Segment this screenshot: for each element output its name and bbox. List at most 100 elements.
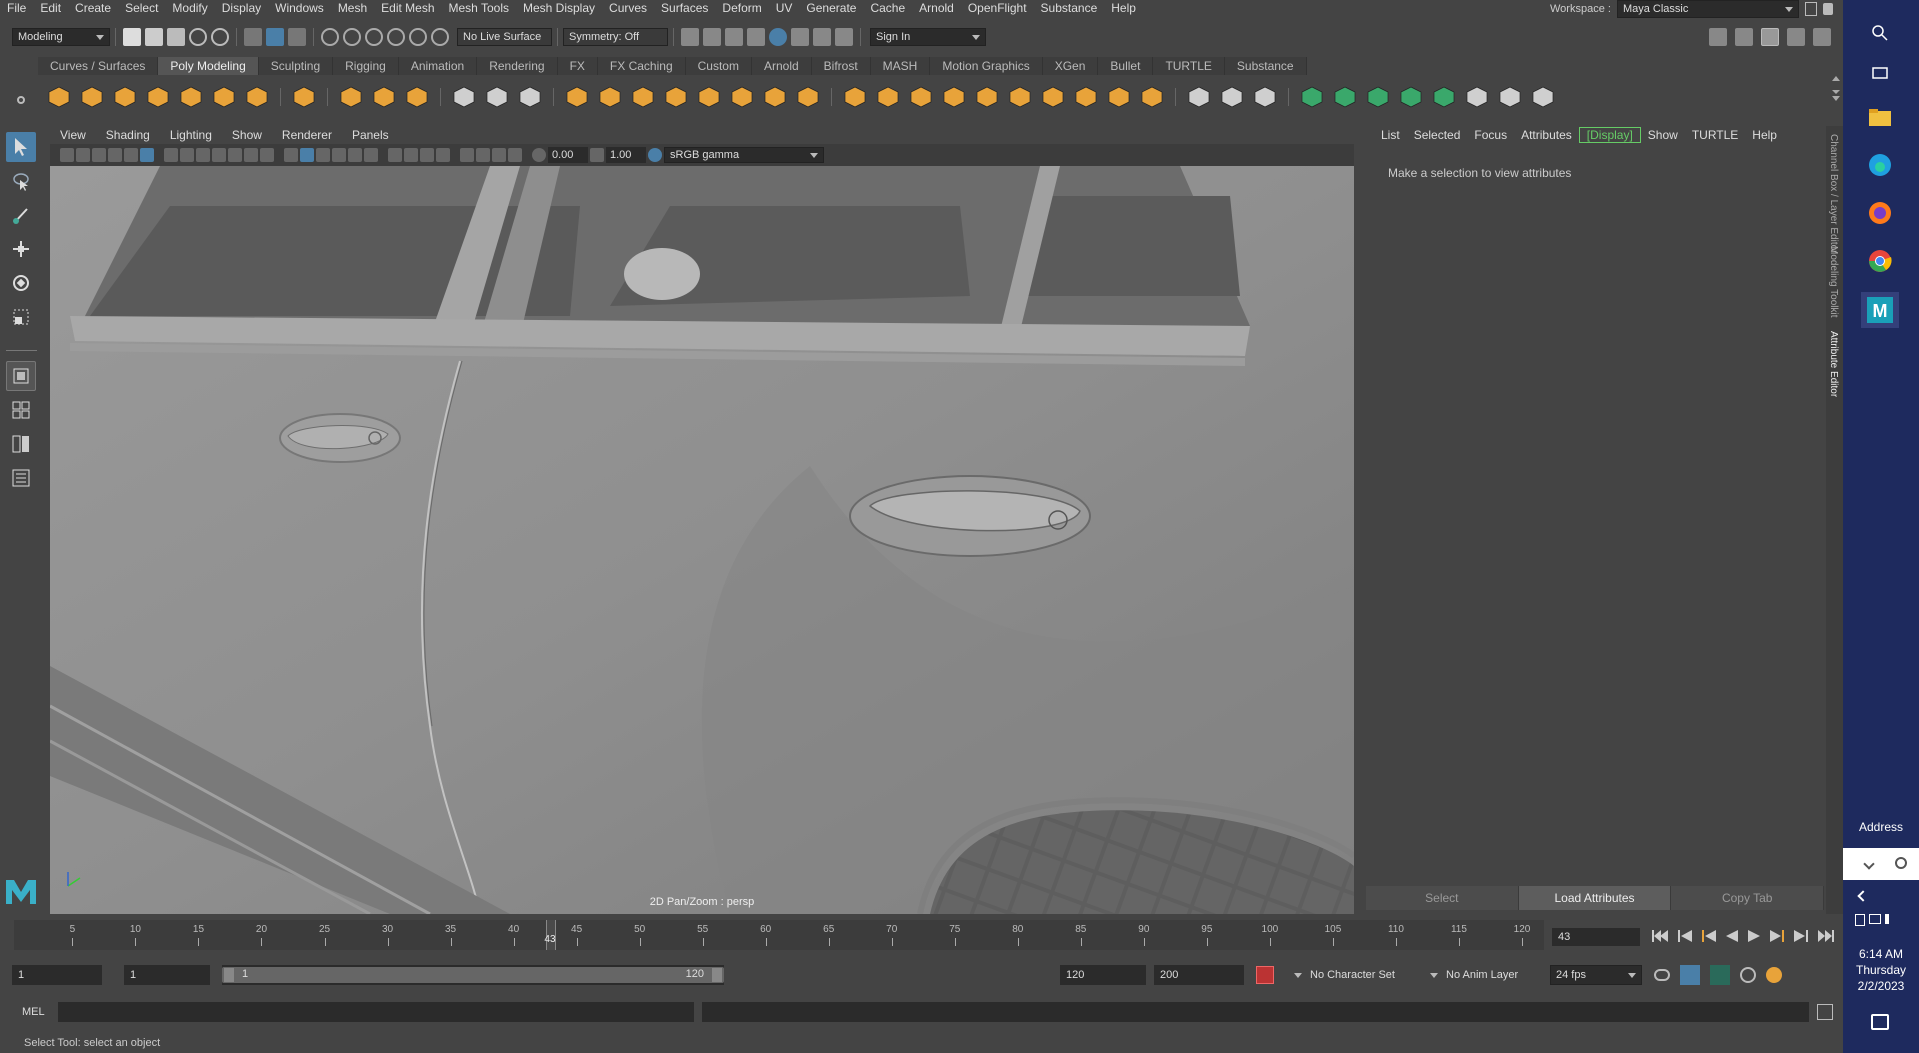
camera-attributes-icon[interactable] [76,148,90,162]
select-tool-icon[interactable] [6,132,36,162]
sound-icon[interactable] [1710,965,1730,985]
search-icon[interactable] [1865,18,1895,48]
menu-edit-mesh[interactable]: Edit Mesh [374,1,441,15]
side-tab-modeling-toolkit[interactable]: Modeling Toolkit [1828,246,1839,318]
gear-icon[interactable] [17,96,25,104]
load-attributes-button[interactable]: Load Attributes [1518,886,1672,910]
shelf-tab-xgen[interactable]: XGen [1042,57,1099,75]
current-frame-value[interactable]: 43 [1552,928,1640,946]
refresh-icon[interactable] [1740,967,1756,983]
menu-display[interactable]: Display [215,1,268,15]
cylinder-icon[interactable] [110,82,140,112]
character-set-label[interactable]: No Character Set [1310,969,1420,981]
viewport-menu-shading[interactable]: Shading [96,128,160,142]
play-backward-icon[interactable] [1726,930,1738,942]
wireframe-on-shaded-icon[interactable] [316,148,330,162]
svg-icon[interactable] [402,82,432,112]
separate-icon[interactable] [482,82,512,112]
new-scene-icon[interactable] [123,28,141,46]
menu-windows[interactable]: Windows [268,1,331,15]
paint-select-icon[interactable] [6,200,36,230]
shelf-tab-arnold[interactable]: Arnold [751,57,812,75]
range-end-handle[interactable] [712,968,722,982]
time-slider[interactable]: 5 10 15 20 25 30 35 40 45 50 55 60 65 70 75 80 85 90 95 100… [14,920,1544,950]
xray-joints-icon[interactable] [508,148,522,162]
film-gate-icon[interactable] [180,148,194,162]
fps-dropdown[interactable]: 24 fps [1550,965,1642,985]
channel-box-icon[interactable] [1813,28,1831,46]
address-toolbar[interactable] [1843,848,1919,880]
gamma-field[interactable]: 1.00 [606,147,646,163]
select-component-icon[interactable] [288,28,306,46]
command-input[interactable] [58,1002,694,1022]
step-forward-frame-icon[interactable] [1770,930,1784,942]
side-tab-channel-box-layer-editor[interactable]: Channel Box / Layer Editor [1828,134,1839,254]
snap-live-icon[interactable] [431,28,449,46]
menu-create[interactable]: Create [68,1,118,15]
select-hierarchy-icon[interactable] [244,28,262,46]
uv-spherical-icon[interactable] [1363,82,1393,112]
lasso-tool-icon[interactable] [6,166,36,196]
anti-aliasing-icon[interactable] [420,148,434,162]
menu-uv[interactable]: UV [769,1,800,15]
exposure-icon[interactable] [532,148,546,162]
plane-icon[interactable] [209,82,239,112]
single-perspective-layout-icon[interactable] [6,361,36,391]
menu-mesh[interactable]: Mesh [331,1,374,15]
shelf-tab-turtle[interactable]: TURTLE [1153,57,1225,75]
isolate-select-icon[interactable] [460,148,474,162]
safe-action-icon[interactable] [244,148,258,162]
open-scene-icon[interactable] [145,28,163,46]
motion-blur-icon[interactable] [404,148,418,162]
smooth-shade-icon[interactable] [300,148,314,162]
menu-substance[interactable]: Substance [1034,1,1105,15]
chrome-icon[interactable] [1865,246,1895,276]
connect-icon[interactable] [1250,82,1280,112]
animation-start-field[interactable]: 1 [12,965,102,985]
boolean-icon[interactable] [595,82,625,112]
chevron-left-icon[interactable] [1857,890,1869,902]
modeling-toolkit-icon[interactable] [1709,28,1727,46]
system-clock[interactable]: 6:14 AM Thursday 2/2/2023 [1843,946,1919,994]
shelf-tab-fx-caching[interactable]: FX Caching [597,57,686,75]
wedge-icon[interactable] [1038,82,1068,112]
viewport-menu-panels[interactable]: Panels [342,128,399,142]
menu-arnold[interactable]: Arnold [912,1,961,15]
circularize-icon[interactable] [1104,82,1134,112]
shelf-tab-sculpting[interactable]: Sculpting [258,57,334,75]
gate-mask-icon[interactable] [212,148,226,162]
append-icon[interactable] [939,82,969,112]
chevron-down-icon[interactable] [1430,972,1438,978]
xray-active-icon[interactable] [492,148,506,162]
step-forward-key-icon[interactable] [1794,930,1808,942]
shadows-icon[interactable] [364,148,378,162]
camera-select-icon[interactable] [60,148,74,162]
menu-mesh-display[interactable]: Mesh Display [516,1,602,15]
edge-browser-icon[interactable] [1865,150,1895,180]
script-language-label[interactable]: MEL [0,1006,48,1018]
range-slider[interactable]: 1 120 [222,965,724,985]
menu-select[interactable]: Select [118,1,165,15]
snap-surface-icon[interactable] [409,28,427,46]
grease-pencil-icon[interactable] [140,148,154,162]
lock-icon[interactable] [1822,3,1833,15]
shelf-tab-bifrost[interactable]: Bifrost [811,57,871,75]
cache-playback-icon[interactable] [1680,965,1700,985]
merge-icon[interactable] [873,82,903,112]
target-weld-icon[interactable] [1217,82,1247,112]
grid-icon[interactable] [164,148,178,162]
view-transform-dropdown[interactable]: sRGB gamma [664,147,824,163]
rotate-tool-icon[interactable] [6,268,36,298]
task-view-icon[interactable] [1865,58,1895,88]
screen-space-ao-icon[interactable] [388,148,402,162]
use-all-lights-icon[interactable] [348,148,362,162]
two-view-layout-icon[interactable] [6,429,36,459]
notifications-icon[interactable] [1871,1014,1889,1030]
firefox-icon[interactable] [1865,198,1895,228]
go-to-end-icon[interactable] [1818,930,1834,942]
collapse-icon[interactable] [1137,82,1167,112]
workspace-dropdown[interactable]: Maya Classic [1616,0,1799,18]
combine-icon[interactable] [449,82,479,112]
menu-deform[interactable]: Deform [715,1,768,15]
step-back-key-icon[interactable] [1678,930,1692,942]
